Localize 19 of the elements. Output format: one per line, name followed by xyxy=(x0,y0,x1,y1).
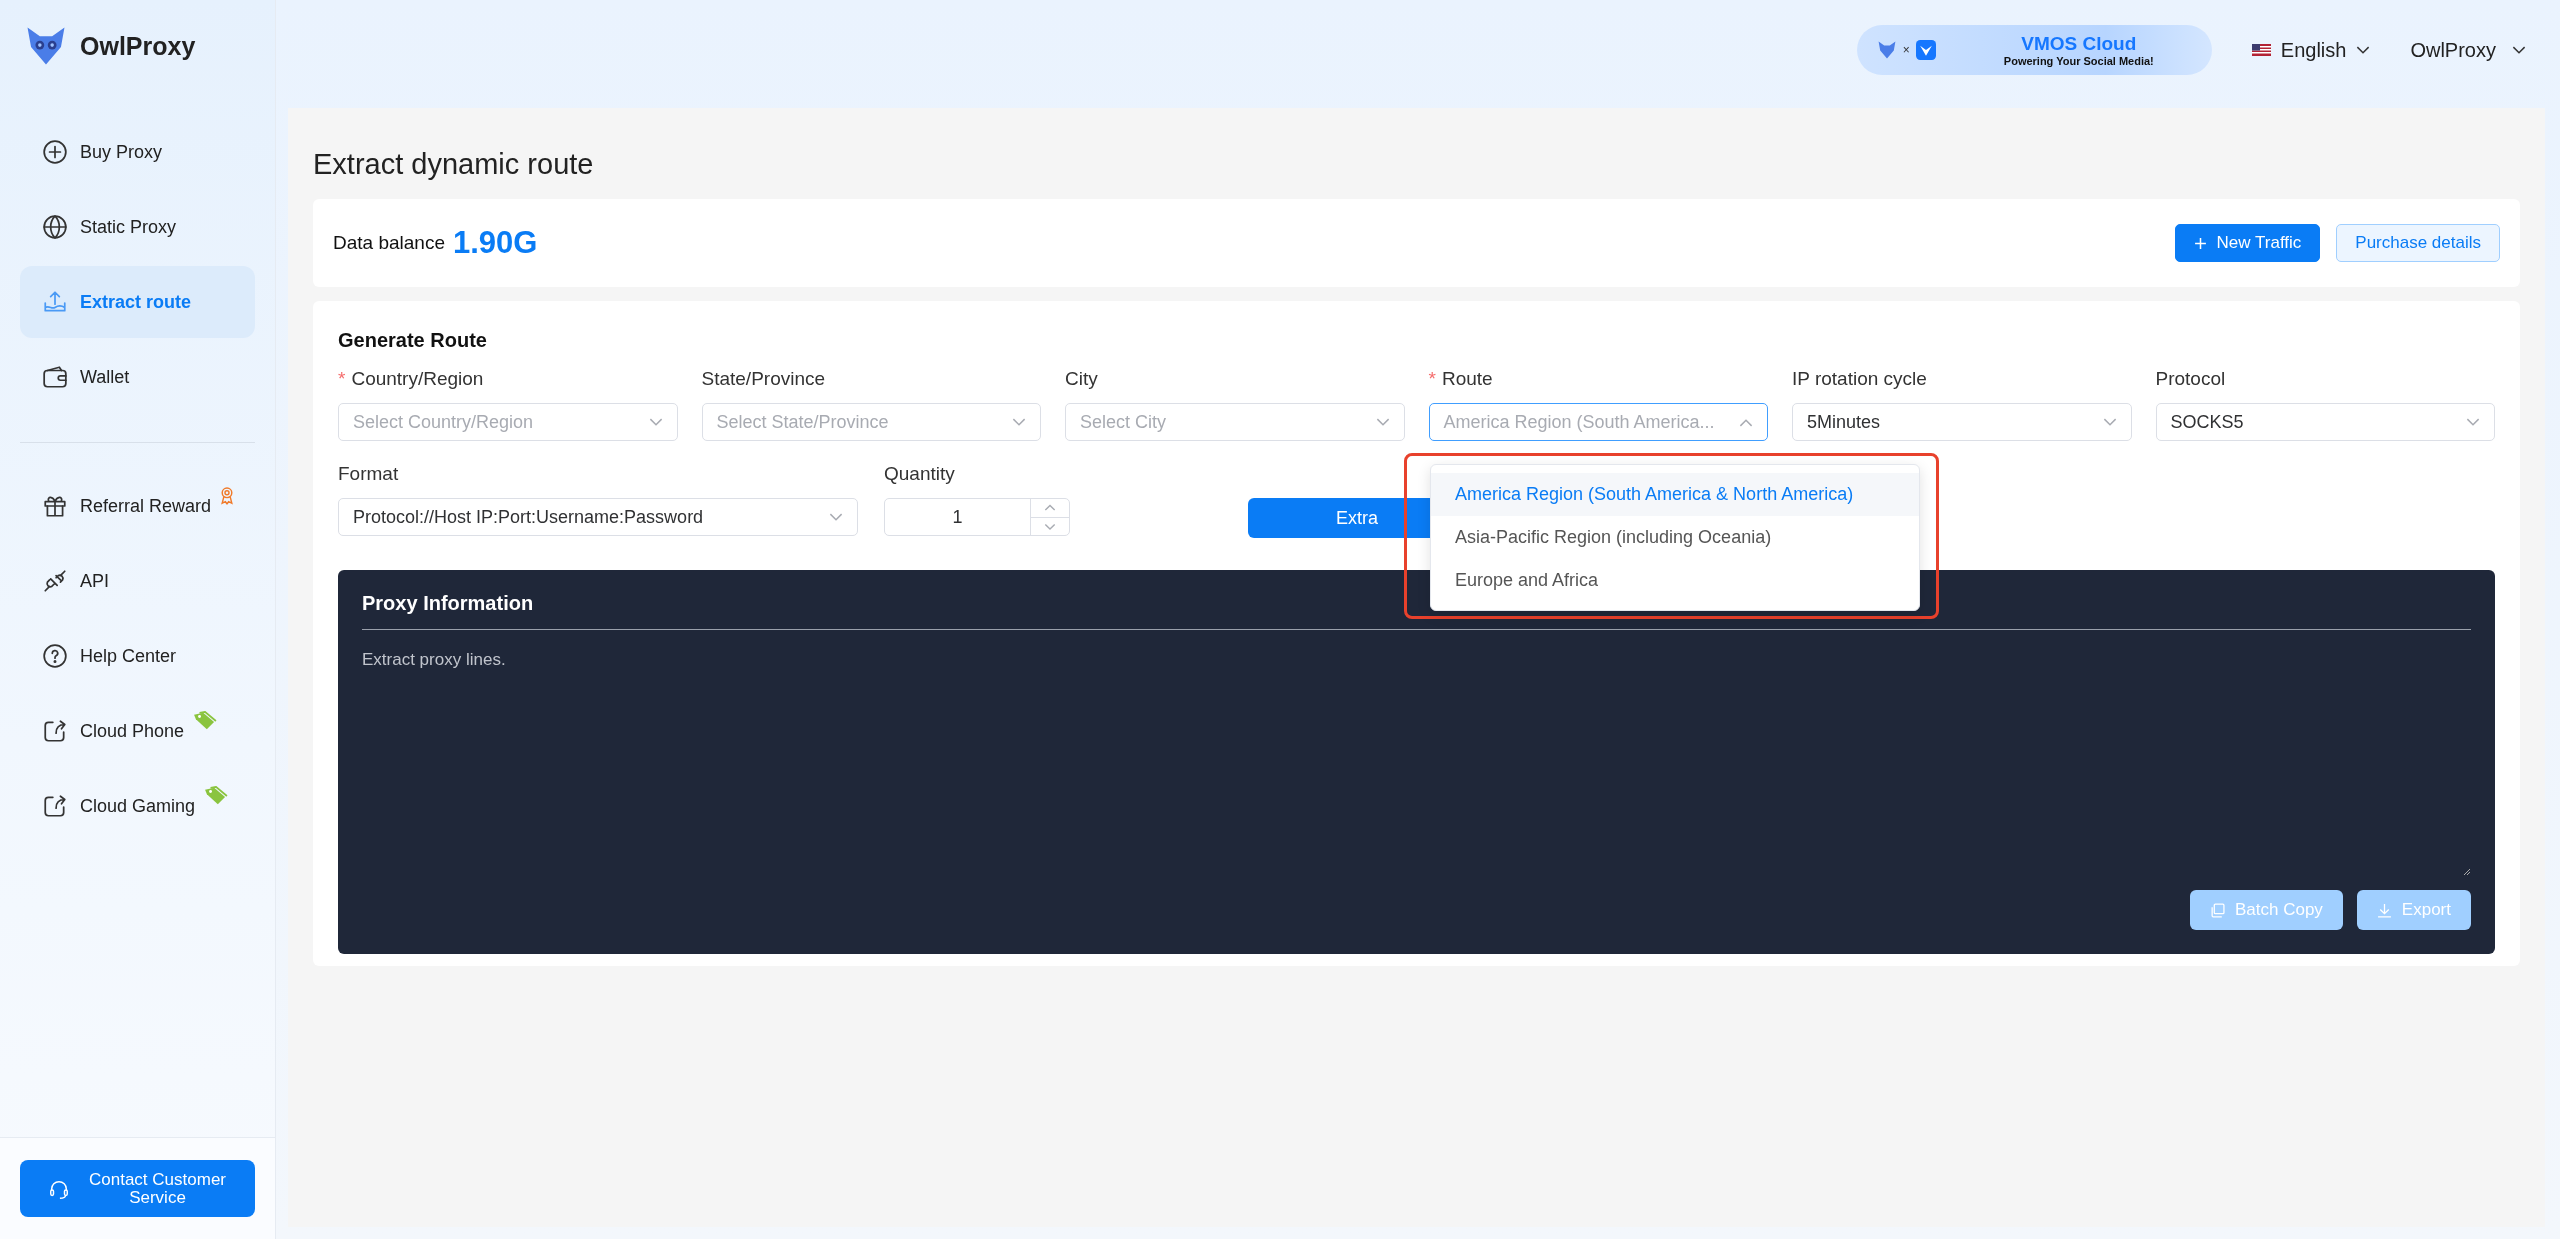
required-mark: * xyxy=(1428,368,1436,389)
required-mark: * xyxy=(338,368,346,389)
field-label: Format xyxy=(338,463,400,485)
balance-value: 1.90G xyxy=(452,225,538,261)
field-label: Route xyxy=(1441,368,1493,389)
section-title: Generate Route xyxy=(338,329,488,352)
field-label: Protocol xyxy=(2155,368,2226,389)
field-label: Quantity xyxy=(884,463,956,485)
field-label: IP rotation cycle xyxy=(1792,368,1927,389)
banner-subtitle: Powering Your Social Media! xyxy=(2003,55,2154,67)
page-title: Extract dynamic route xyxy=(313,148,595,181)
panel-title: Proxy Information xyxy=(362,592,535,615)
times-sign: × xyxy=(1902,43,1910,57)
field-label: City xyxy=(1065,368,1098,389)
field-label: State/Province xyxy=(701,368,826,389)
field-label: Country/Region xyxy=(351,368,484,389)
balance-label: Data balance xyxy=(333,232,445,254)
banner-title: VMOS Cloud xyxy=(2021,33,2137,55)
brand-name: OwlProxy xyxy=(80,31,196,61)
